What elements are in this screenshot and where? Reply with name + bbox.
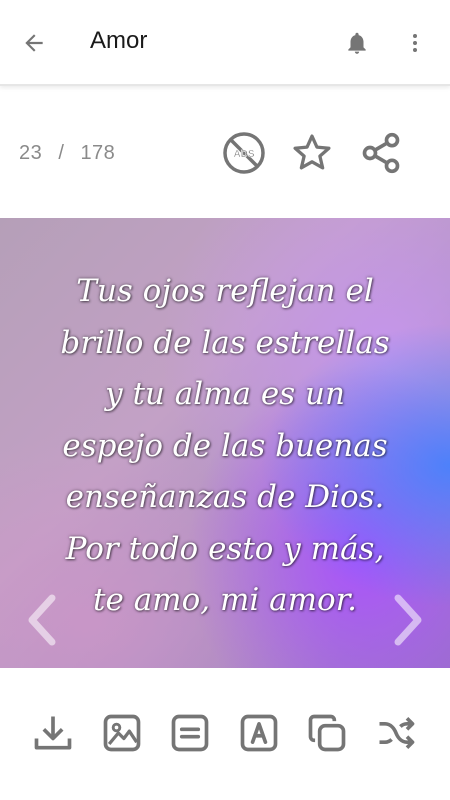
ads-label: ADS: [233, 149, 254, 160]
no-ads-icon: ADS: [223, 132, 265, 174]
chevron-left-icon: [28, 594, 56, 646]
arrow-back-icon: [25, 34, 43, 52]
download-icon: [34, 716, 72, 750]
info-bar: 23 / 178 ADS: [0, 120, 450, 184]
notifications-button[interactable]: [340, 26, 374, 60]
quote-image[interactable]: Tus ojos reflejan el brillo de las estre…: [0, 218, 450, 668]
page-counter: 23 / 178: [19, 142, 115, 165]
more-vert-icon: [413, 34, 417, 52]
share-icon: [362, 132, 400, 174]
image-icon: [103, 714, 141, 752]
share-button[interactable]: [358, 130, 404, 176]
next-quote-button[interactable]: [388, 590, 428, 650]
copy-button[interactable]: [304, 710, 350, 756]
previous-quote-button[interactable]: [22, 590, 62, 650]
remove-ads-button[interactable]: ADS: [221, 130, 267, 176]
text-only-button[interactable]: [167, 710, 213, 756]
bell-icon: [348, 32, 366, 54]
star-icon: [293, 134, 331, 170]
change-font-button[interactable]: [236, 710, 282, 756]
download-button[interactable]: [30, 710, 76, 756]
shuffle-button[interactable]: [373, 710, 419, 756]
page-title: Amor: [90, 27, 148, 54]
quote-text: Tus ojos reflejan el brillo de las estre…: [60, 273, 390, 618]
text-block-icon: [171, 714, 209, 752]
favorite-button[interactable]: [289, 130, 335, 176]
counter-separator: /: [58, 142, 65, 164]
more-options-button[interactable]: [400, 26, 430, 60]
counter-total: 178: [80, 142, 116, 164]
shuffle-icon: [379, 717, 415, 749]
font-icon: [240, 714, 278, 752]
chevron-right-icon: [394, 594, 422, 646]
app-bar: Amor: [0, 0, 450, 86]
counter-current: 23: [19, 142, 43, 164]
copy-icon: [308, 714, 346, 752]
bottom-toolbar: [0, 700, 450, 770]
back-button[interactable]: [14, 26, 54, 60]
change-background-button[interactable]: [99, 710, 145, 756]
